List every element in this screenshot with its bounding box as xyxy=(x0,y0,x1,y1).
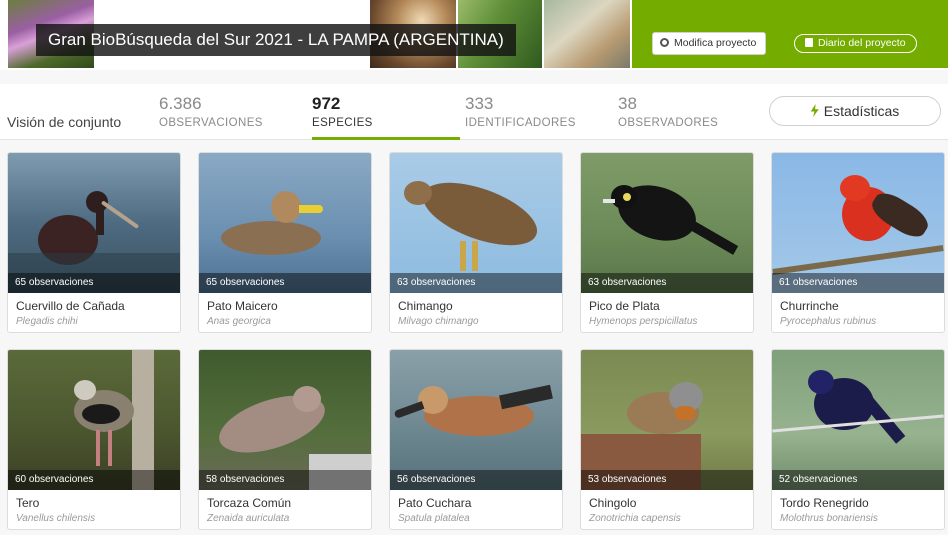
species-scientific-name: Vanellus chilensis xyxy=(16,513,96,524)
species-card[interactable]: 61 observaciones Churrinche Pyrocephalus… xyxy=(771,152,945,333)
duck-photo: 65 observaciones xyxy=(199,153,371,293)
species-common-name: Tero xyxy=(16,496,40,510)
tab-identifiers[interactable]: 333 IDENTIFICADORES xyxy=(465,94,576,140)
lightning-icon xyxy=(810,104,819,117)
ibis-photo: 65 observaciones xyxy=(8,153,180,293)
observations-label: OBSERVACIONES xyxy=(159,117,263,129)
observers-label: OBSERVADORES xyxy=(618,117,719,129)
caracara-photo: 63 observaciones xyxy=(390,153,562,293)
observation-count: 65 observaciones xyxy=(8,273,180,293)
observers-count: 38 xyxy=(618,94,637,113)
species-common-name: Torcaza Común xyxy=(207,496,292,510)
edit-project-label: Modifica proyecto xyxy=(674,37,757,49)
observation-count: 63 observaciones xyxy=(390,273,562,293)
flycatcher-photo: 61 observaciones xyxy=(772,153,944,293)
species-common-name: Pato Cuchara xyxy=(398,496,472,510)
observation-count: 53 observaciones xyxy=(581,470,753,490)
tab-species[interactable]: 972 ESPECIES xyxy=(312,94,460,140)
species-card[interactable]: 58 observaciones Torcaza Común Zenaida a… xyxy=(198,349,372,530)
book-icon xyxy=(805,38,813,47)
statistics-label: Estadísticas xyxy=(823,103,900,119)
project-title: Gran BioBúsqueda del Sur 2021 - LA PAMPA… xyxy=(36,24,516,56)
project-journal-label: Diario del proyecto xyxy=(818,37,906,49)
species-scientific-name: Milvago chimango xyxy=(398,316,479,327)
species-scientific-name: Pyrocephalus rubinus xyxy=(780,316,877,327)
species-card[interactable]: 65 observaciones Pato Maicero Anas georg… xyxy=(198,152,372,333)
species-card[interactable]: 63 observaciones Chimango Milvago chiman… xyxy=(389,152,563,333)
species-scientific-name: Molothrus bonariensis xyxy=(780,513,878,524)
project-stats-bar: Visión de conjunto 6.386 OBSERVACIONES 9… xyxy=(0,84,948,140)
species-card[interactable]: 52 observaciones Tordo Renegrido Molothr… xyxy=(771,349,945,530)
identifiers-label: IDENTIFICADORES xyxy=(465,117,576,129)
active-tab-indicator xyxy=(312,137,460,140)
dove-photo: 58 observaciones xyxy=(199,350,371,490)
observation-count: 65 observaciones xyxy=(199,273,371,293)
species-scientific-name: Hymenops perspicillatus xyxy=(589,316,698,327)
species-scientific-name: Anas georgica xyxy=(207,316,271,327)
species-card[interactable]: 65 observaciones Cuervillo de Cañada Ple… xyxy=(7,152,181,333)
observation-count: 60 observaciones xyxy=(8,470,180,490)
cowbird-photo: 52 observaciones xyxy=(772,350,944,490)
species-scientific-name: Spatula platalea xyxy=(398,513,470,524)
species-common-name: Chingolo xyxy=(589,496,637,510)
project-journal-button[interactable]: Diario del proyecto xyxy=(794,34,917,53)
gear-icon xyxy=(660,38,669,47)
species-common-name: Chimango xyxy=(398,299,453,313)
species-scientific-name: Zenaida auriculata xyxy=(207,513,290,524)
observation-count: 52 observaciones xyxy=(772,470,944,490)
species-card[interactable]: 63 observaciones Pico de Plata Hymenops … xyxy=(580,152,754,333)
lapwing-photo: 60 observaciones xyxy=(8,350,180,490)
tab-observations[interactable]: 6.386 OBSERVACIONES xyxy=(159,94,263,140)
banner-photo-rock xyxy=(544,0,630,68)
statistics-button[interactable]: Estadísticas xyxy=(769,96,941,126)
observation-count: 61 observaciones xyxy=(772,273,944,293)
observation-count: 58 observaciones xyxy=(199,470,371,490)
species-card[interactable]: 60 observaciones Tero Vanellus chilensis xyxy=(7,349,181,530)
observations-count: 6.386 xyxy=(159,94,202,113)
sparrow-photo: 53 observaciones xyxy=(581,350,753,490)
observation-count: 56 observaciones xyxy=(390,470,562,490)
species-label: ESPECIES xyxy=(312,117,373,129)
project-banner: Gran BioBúsqueda del Sur 2021 - LA PAMPA… xyxy=(0,0,948,70)
species-scientific-name: Plegadis chihi xyxy=(16,316,78,327)
species-common-name: Cuervillo de Cañada xyxy=(16,299,125,313)
species-card[interactable]: 56 observaciones Pato Cuchara Spatula pl… xyxy=(389,349,563,530)
species-card[interactable]: 53 observaciones Chingolo Zonotrichia ca… xyxy=(580,349,754,530)
shoveler-photo: 56 observaciones xyxy=(390,350,562,490)
observation-count: 63 observaciones xyxy=(581,273,753,293)
species-scientific-name: Zonotrichia capensis xyxy=(589,513,681,524)
tab-observers[interactable]: 38 OBSERVADORES xyxy=(618,94,718,140)
tab-overview[interactable]: Visión de conjunto xyxy=(7,114,121,130)
tyrant-photo: 63 observaciones xyxy=(581,153,753,293)
species-common-name: Churrinche xyxy=(780,299,839,313)
species-common-name: Pato Maicero xyxy=(207,299,278,313)
edit-project-button[interactable]: Modifica proyecto xyxy=(652,32,767,55)
identifiers-count: 333 xyxy=(465,94,494,113)
species-common-name: Tordo Renegrido xyxy=(780,496,869,510)
species-common-name: Pico de Plata xyxy=(589,299,660,313)
species-count: 972 xyxy=(312,94,341,113)
